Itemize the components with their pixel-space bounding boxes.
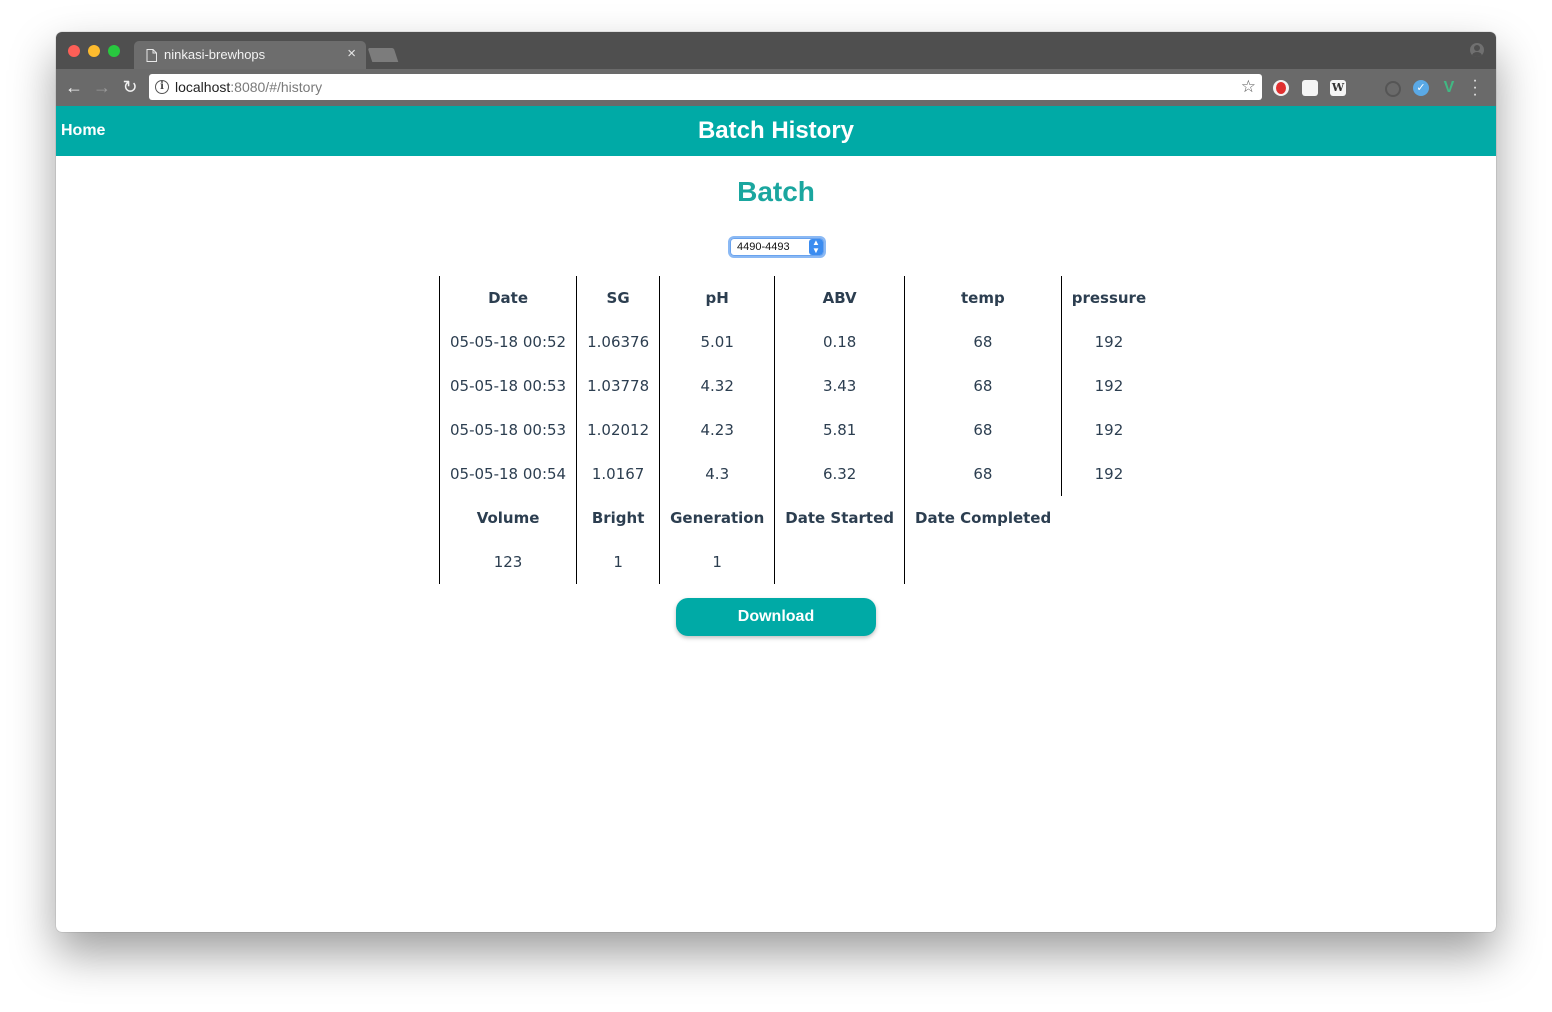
table-cell: 192 [1060,320,1157,364]
table-cell: 192 [1060,408,1157,452]
page-title: Batch History [697,117,855,144]
reload-icon[interactable]: ↻ [118,75,142,99]
batch-heading: Batch [737,176,815,207]
table-cell: 3.43 [774,364,905,408]
browser-toolbar: ← → ↻ i localhost:8080/#/history ☆ W ✓ V… [56,69,1496,106]
tab-title: ninkasi-brewhops [164,47,266,62]
column-header: ABV [774,276,905,320]
table-cell: 4.32 [659,364,775,408]
back-icon[interactable]: ← [62,75,86,99]
select-arrows-icon: ▲ ▼ [809,239,823,255]
url-text: localhost:8080/#/history [175,79,322,95]
table-row: 05-05-18 00:53 1.03778 4.32 3.43 68 192 [438,364,1157,408]
minimize-window-button[interactable] [88,45,100,57]
circle-extension-icon[interactable] [1385,81,1401,97]
column-header: pH [659,276,775,320]
info-icon[interactable]: i [155,80,169,94]
column-header: temp [904,276,1062,320]
table-cell: 05-05-18 00:54 [438,452,577,496]
opera-extension-icon[interactable] [1273,80,1289,96]
table-cell: 1.06376 [576,320,660,364]
browser-window: ninkasi-brewhops × ← → ↻ i localhost:808… [56,32,1496,932]
table-cell: 5.01 [659,320,775,364]
url-path: :8080/#/history [230,79,323,95]
table-cell: 68 [904,320,1062,364]
w-extension-icon[interactable]: W [1330,80,1346,96]
table-cell [904,540,1062,584]
vue-devtools-icon[interactable]: V [1441,80,1457,96]
table-header-row: Date SG pH ABV temp pressure [438,276,1157,320]
table-row: 05-05-18 00:54 1.0167 4.3 6.32 68 192 [438,452,1157,496]
table-row: 05-05-18 00:52 1.06376 5.01 0.18 68 192 [438,320,1157,364]
table-cell: 05-05-18 00:53 [438,364,577,408]
table-cell: 1 [659,540,775,584]
table-cell: 6.32 [774,452,905,496]
column-header: Volume [438,496,577,540]
table-cell: 68 [904,364,1062,408]
column-header: Bright [576,496,660,540]
forward-icon[interactable]: → [90,75,114,99]
page-icon [146,48,157,62]
table-cell: 05-05-18 00:53 [438,408,577,452]
browser-tab[interactable]: ninkasi-brewhops × [134,41,366,69]
close-window-button[interactable] [68,45,80,57]
column-header: Generation [659,496,775,540]
window-controls [68,45,120,57]
table-row: 05-05-18 00:53 1.02012 4.23 5.81 68 192 [438,408,1157,452]
column-header: pressure [1060,276,1157,320]
table-cell: 4.23 [659,408,775,452]
tab-close-icon[interactable]: × [347,46,356,61]
table-cell: 0.18 [774,320,905,364]
new-tab-button[interactable] [367,48,399,62]
column-header: Date Started [774,496,905,540]
batch-select[interactable]: 4490-4493 ▲ ▼ [730,238,824,256]
table-cell: 123 [438,540,577,584]
table-cell: 1.0167 [576,452,660,496]
app-header: Home Batch History [56,106,1496,156]
table-cell [774,540,905,584]
address-bar[interactable]: i localhost:8080/#/history ☆ [149,74,1262,100]
details-row: 123 1 1 [438,540,1157,584]
table-cell: 1 [576,540,660,584]
blue-extension-icon[interactable]: ✓ [1413,80,1429,96]
table-cell: 68 [904,408,1062,452]
table-cell: 192 [1060,364,1157,408]
browser-menu-icon[interactable]: · · · [1470,73,1480,103]
tab-strip: ninkasi-brewhops × [56,32,1496,69]
column-header: Date [438,276,577,320]
url-host: localhost [175,79,231,95]
table-cell: 192 [1060,452,1157,496]
download-button[interactable]: Download [676,598,876,636]
table-cell: 1.03778 [576,364,660,408]
blank-extension-icon[interactable] [1302,80,1318,96]
batch-select-value: 4490-4493 [737,241,790,253]
column-header: Date Completed [904,496,1062,540]
profile-icon[interactable] [1470,43,1484,57]
empty-cell [1061,540,1156,584]
table-cell: 68 [904,452,1062,496]
table-cell: 4.3 [659,452,775,496]
maximize-window-button[interactable] [108,45,120,57]
table-cell: 05-05-18 00:52 [438,320,577,364]
bookmark-star-icon[interactable]: ☆ [1241,77,1256,97]
details-header-row: Volume Bright Generation Date Started Da… [438,496,1157,540]
table-cell: 5.81 [774,408,905,452]
table-cell: 1.02012 [576,408,660,452]
empty-cell [1061,496,1156,540]
batch-readings-table: Date SG pH ABV temp pressure 05-05-18 00… [438,276,1157,584]
column-header: SG [576,276,660,320]
